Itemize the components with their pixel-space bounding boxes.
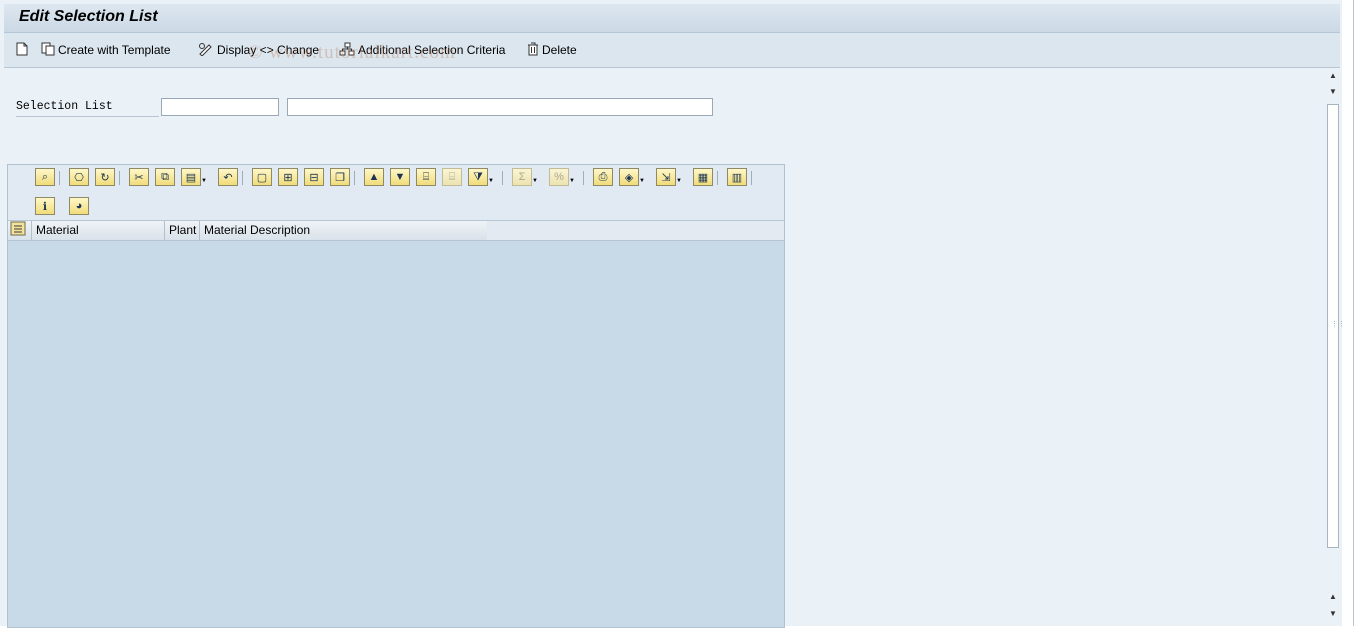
insert-row-icon[interactable]: ⊞ (278, 168, 298, 186)
selection-list-label: Selection List (16, 100, 159, 117)
page-title: Edit Selection List (19, 8, 158, 25)
scroll-down-icon[interactable]: ▲ (1328, 592, 1338, 602)
change-layout-icon[interactable]: ▦ (693, 168, 713, 186)
scroll-top-icon[interactable]: ▲ (1328, 71, 1338, 81)
title-bar: Edit Selection List (4, 4, 1340, 33)
window-edge (1342, 0, 1356, 626)
additional-selection-criteria-button[interactable]: Additional Selection Criteria (339, 41, 505, 59)
create-with-template-label: Create with Template (58, 43, 171, 57)
print-icon[interactable]: ⎙ (593, 168, 613, 186)
selection-list-code-input[interactable] (161, 98, 279, 116)
vertical-scrollbar[interactable]: ▲ ▼ ⋮⋮ ▲ ▼ (1326, 68, 1345, 626)
append-row-icon[interactable]: ▢ (252, 168, 272, 186)
undo-icon[interactable]: ↶ (218, 168, 238, 186)
filter-icon[interactable]: ⧩ ▼ (468, 168, 494, 186)
column-header-material-description[interactable]: Material Description (200, 221, 487, 240)
information-icon[interactable]: ℹ (35, 197, 55, 215)
paste-icon[interactable]: ▤ ▼ (181, 168, 207, 186)
hierarchy-icon (339, 42, 355, 59)
additional-selection-criteria-label: Additional Selection Criteria (358, 43, 506, 57)
find-icon[interactable]: ⌸ (416, 168, 436, 186)
display-change-label: Display <> Change (217, 43, 320, 57)
color-legend-icon[interactable]: ◕ (69, 197, 89, 215)
delete-button[interactable]: Delete (527, 41, 577, 59)
copy-text-icon[interactable]: ⧉ (155, 168, 175, 186)
pencil-glasses-icon (198, 42, 214, 59)
delete-label: Delete (542, 43, 577, 57)
copy-template-icon (41, 42, 55, 59)
grid-toolbar: ⌕ ⎔ ↻ ✂ ⧉ ▤ ▼ ↶ ▢ ⊞ ⊟ ❐ ▲ ▼ ⌸ ⌸ ⧩ ▼ Σ ▼ … (8, 165, 784, 221)
subtotal-icon[interactable]: % ▼ (549, 168, 575, 186)
total-icon[interactable]: Σ ▼ (512, 168, 538, 186)
delete-row-icon[interactable]: ⊟ (304, 168, 324, 186)
display-change-button[interactable]: Display <> Change (198, 41, 319, 59)
new-document-icon (16, 42, 28, 59)
scroll-bottom-icon[interactable]: ▼ (1328, 609, 1338, 619)
duplicate-row-icon[interactable]: ❐ (330, 168, 350, 186)
sort-ascending-icon[interactable]: ▲ (364, 168, 384, 186)
cut-icon[interactable]: ✂ (129, 168, 149, 186)
scrollbar-thumb[interactable]: ⋮⋮ (1327, 104, 1345, 548)
create-with-template-button[interactable]: Create with Template (41, 41, 171, 59)
select-all-icon[interactable] (8, 221, 32, 240)
main-content: Selection List ⌕ ⎔ ↻ ✂ ⧉ ▤▼ ↶ ▢ ⊞ ⊟ ❐ ▲ (4, 68, 1326, 628)
column-header-material[interactable]: Material (32, 221, 165, 240)
selection-list-description-input[interactable] (287, 98, 713, 116)
application-toolbar: Create with Template Display <> Change A… (4, 33, 1340, 68)
find-next-icon[interactable]: ⌸ (442, 168, 462, 186)
alv-grid: ⌕ ⎔ ↻ ✂ ⧉ ▤ ▼ ↶ ▢ ⊞ ⊟ ❐ ▲ ▼ ⌸ ⌸ ⧩ ▼ Σ ▼ … (7, 164, 785, 628)
export-icon[interactable]: ⇲ ▼ (656, 168, 682, 186)
graphic-icon[interactable]: ▥ (727, 168, 747, 186)
views-icon[interactable]: ◈ ▼ (619, 168, 645, 186)
scroll-up-icon[interactable]: ▼ (1328, 87, 1338, 97)
refresh-icon[interactable]: ↻ (95, 168, 115, 186)
check-entries-icon[interactable]: ⎔ (69, 168, 89, 186)
details-icon[interactable]: ⌕ (35, 168, 55, 186)
sap-window: Edit Selection List Create with Template… (0, 0, 1345, 628)
grid-header: Material Plant Material Description (8, 221, 784, 241)
sort-descending-icon[interactable]: ▼ (390, 168, 410, 186)
column-header-plant[interactable]: Plant (165, 221, 200, 240)
new-button[interactable] (16, 41, 28, 59)
trash-icon (527, 42, 539, 59)
